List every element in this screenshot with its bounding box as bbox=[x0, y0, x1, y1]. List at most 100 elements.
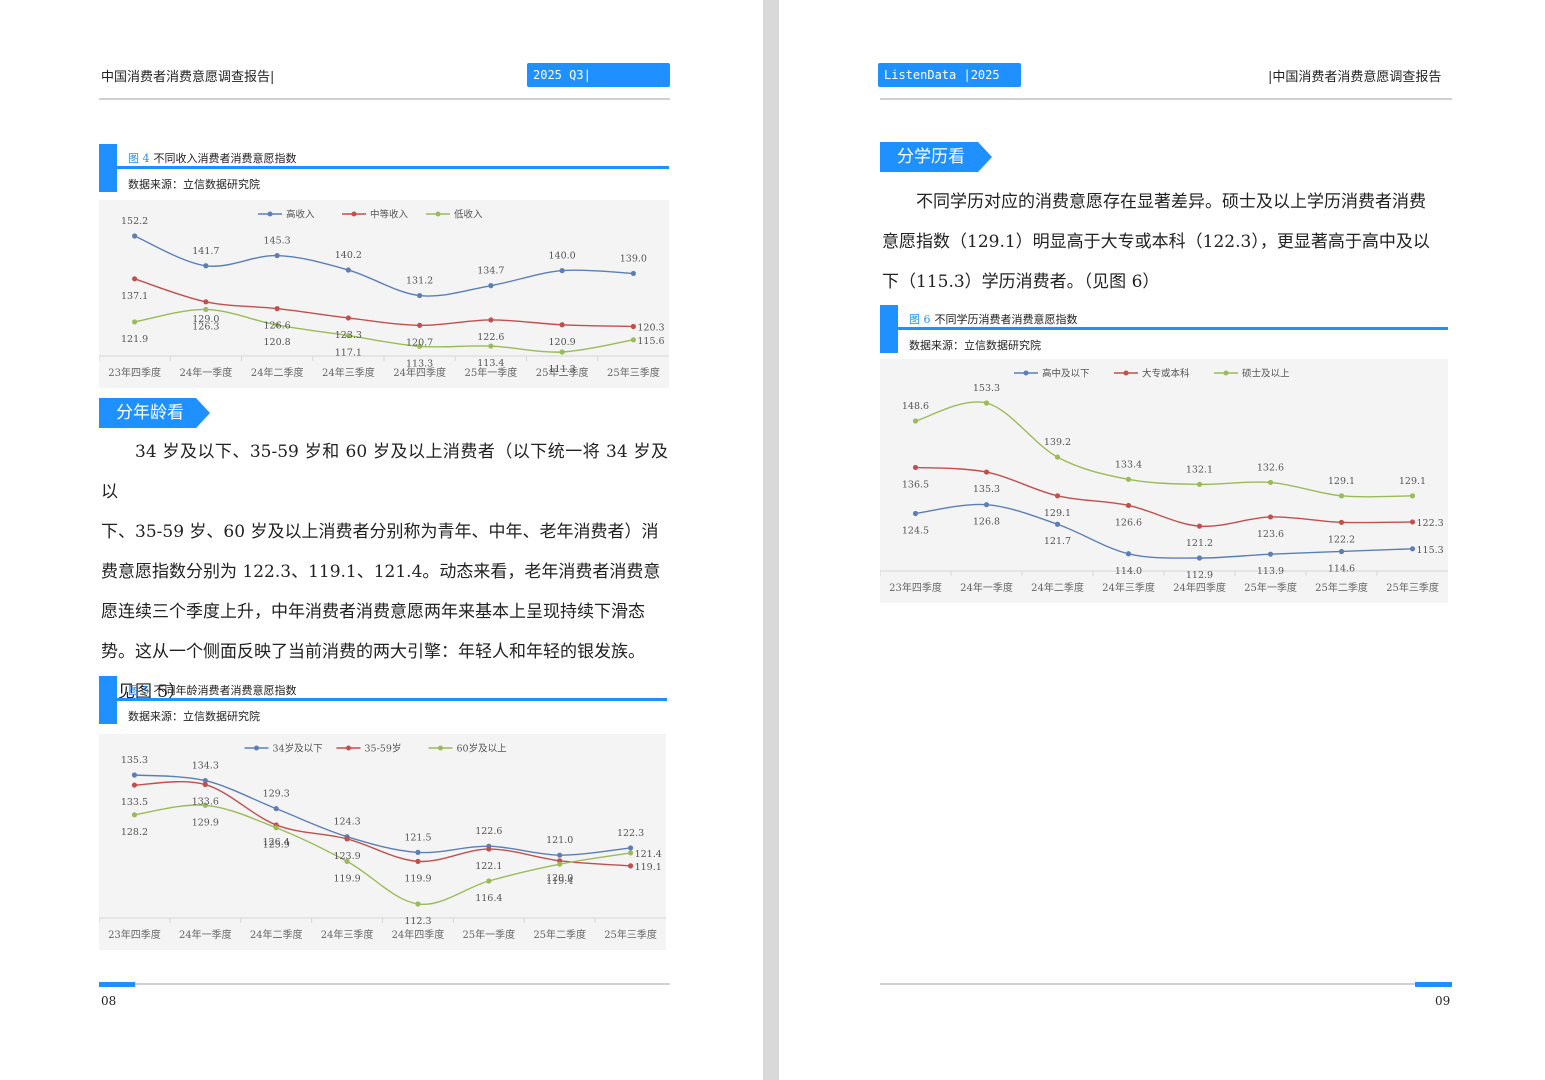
x-tick-label: 25年一季度 bbox=[1244, 581, 1297, 594]
paragraph-education: 不同学历对应的消费意愿存在显著差异。硕士及以上学历消费者消费 意愿指数（129.… bbox=[882, 182, 1449, 302]
data-label: 126.3 bbox=[192, 321, 219, 332]
data-label: 115.6 bbox=[637, 336, 664, 347]
figure-4-caption: 图 4 不同收入消费者消费意愿指数 数据来源：立信数据研究院 bbox=[99, 144, 669, 192]
data-label: 140.2 bbox=[335, 250, 362, 261]
data-point bbox=[1267, 551, 1274, 557]
data-label: 120.7 bbox=[406, 337, 433, 348]
data-label: 139.2 bbox=[1044, 437, 1071, 448]
figure-number: 图 5 bbox=[128, 684, 150, 697]
data-point bbox=[131, 812, 138, 818]
data-point bbox=[202, 781, 208, 788]
data-point bbox=[1196, 555, 1203, 561]
data-label: 113.9 bbox=[1257, 566, 1284, 577]
data-point bbox=[1054, 454, 1061, 460]
data-point bbox=[559, 268, 565, 274]
data-label: 129.1 bbox=[1399, 476, 1426, 487]
data-point bbox=[557, 852, 563, 858]
data-point bbox=[627, 850, 634, 856]
line-chart-svg: 23年四季度 24年一季度 24年二季度 24年三季度 24年四季度 25年一季度 25年二… bbox=[99, 200, 669, 388]
data-point bbox=[345, 315, 351, 321]
x-tick-label: 25年一季度 bbox=[462, 928, 515, 941]
data-label: 120.9 bbox=[549, 337, 576, 348]
figure-title: 图 6 不同学历消费者消费意愿指数 bbox=[909, 311, 1078, 327]
x-tick-label: 23年四季度 bbox=[108, 928, 161, 941]
caption-rule bbox=[898, 327, 1448, 330]
data-label: 113.4 bbox=[477, 358, 504, 369]
data-label: 128.2 bbox=[121, 827, 148, 838]
footer-accent bbox=[99, 982, 135, 987]
legend-marker bbox=[1023, 370, 1029, 376]
data-point bbox=[1125, 476, 1132, 482]
data-point bbox=[415, 849, 421, 855]
data-label: 122.6 bbox=[477, 332, 504, 343]
x-tick-label: 24年三季度 bbox=[322, 366, 375, 379]
data-label: 140.0 bbox=[549, 251, 576, 262]
figure-5-caption: 图 5 不同年龄消费者消费意愿指数 数据来源：立信数据研究院 bbox=[99, 676, 669, 724]
data-point bbox=[203, 306, 209, 313]
chart-legend: 高中及以下 大专或本科 硕士及以上 bbox=[1014, 368, 1290, 380]
legend-marker bbox=[267, 211, 273, 217]
data-label: 123.9 bbox=[333, 851, 360, 862]
data-label: 135.3 bbox=[973, 484, 1000, 495]
legend-label: 硕士及以上 bbox=[1242, 368, 1290, 380]
x-tick-label: 24年四季度 bbox=[392, 928, 445, 941]
x-tick-label: 24年四季度 bbox=[1173, 581, 1226, 594]
data-point bbox=[912, 464, 919, 471]
data-label: 126.6 bbox=[1115, 517, 1142, 528]
data-label: 145.3 bbox=[264, 236, 291, 247]
data-point bbox=[630, 323, 636, 330]
footer-rule bbox=[880, 983, 1452, 985]
figure-source: 数据来源：立信数据研究院 bbox=[909, 339, 1041, 352]
data-label: 133.5 bbox=[121, 797, 148, 808]
data-point bbox=[1338, 548, 1345, 555]
data-point bbox=[1409, 519, 1416, 525]
data-label: 134.3 bbox=[192, 761, 219, 772]
data-point bbox=[630, 270, 636, 277]
text-line: 下（115.3）学历消费者。（见图 6） bbox=[882, 272, 1160, 292]
header-title: |中国消费者消费意愿调查报告 bbox=[1268, 70, 1442, 85]
caption-marker bbox=[99, 144, 117, 192]
header-rule bbox=[99, 98, 670, 100]
data-label: 131.2 bbox=[406, 276, 433, 287]
data-point bbox=[488, 317, 494, 323]
data-label: 136.5 bbox=[902, 479, 929, 490]
section-tag-age: 分年龄看 bbox=[99, 398, 210, 428]
data-label: 114.0 bbox=[1115, 566, 1142, 577]
data-point bbox=[345, 267, 351, 273]
data-label: 121.5 bbox=[404, 832, 431, 843]
data-point bbox=[983, 469, 990, 475]
data-label: 116.4 bbox=[475, 893, 502, 904]
data-point bbox=[344, 836, 350, 842]
page-left: 中国消费者消费意愿调查报告| 2025 Q3| ListenData 图 4不同… bbox=[0, 0, 763, 1080]
header-badge: ListenData |2025 Q3 bbox=[878, 63, 1021, 106]
data-label: 117.1 bbox=[335, 348, 362, 359]
data-point bbox=[1196, 481, 1203, 487]
legend-marker bbox=[1223, 370, 1229, 376]
data-point bbox=[1267, 514, 1274, 520]
text-line: 势。这从一个侧面反映了当前消费的两大引擎：年轻人和年轻的银发族。 bbox=[101, 642, 645, 662]
text-line: 34 岁及以下、35-59 岁和 60 岁及以上消费者（以下统一将 34 岁及以 bbox=[101, 442, 668, 502]
data-point bbox=[627, 863, 634, 869]
x-tick-label: 25年三季度 bbox=[607, 366, 660, 379]
data-label: 121.2 bbox=[1186, 538, 1213, 549]
data-point bbox=[203, 263, 209, 269]
legend-label: 大专或本科 bbox=[1142, 368, 1190, 380]
legend-marker bbox=[438, 745, 443, 751]
data-label: 119.4 bbox=[546, 876, 573, 887]
data-point bbox=[486, 846, 492, 852]
text-line: 费意愿指数分别为 122.3、119.1、121.4。动态来看，老年消费者消费意 bbox=[101, 562, 661, 582]
data-point bbox=[912, 510, 919, 517]
data-point bbox=[132, 276, 138, 282]
data-point bbox=[417, 322, 423, 328]
data-point bbox=[132, 319, 138, 325]
data-label: 135.3 bbox=[121, 755, 148, 766]
data-label: 124.5 bbox=[902, 525, 929, 536]
legend-label: 低收入 bbox=[454, 209, 483, 221]
data-label: 141.7 bbox=[192, 246, 219, 257]
data-label: 112.3 bbox=[404, 916, 431, 927]
data-point bbox=[1125, 551, 1132, 557]
data-point bbox=[486, 878, 492, 884]
footer-accent bbox=[1415, 982, 1452, 987]
data-label: 120.8 bbox=[264, 337, 291, 348]
data-point bbox=[627, 845, 634, 851]
